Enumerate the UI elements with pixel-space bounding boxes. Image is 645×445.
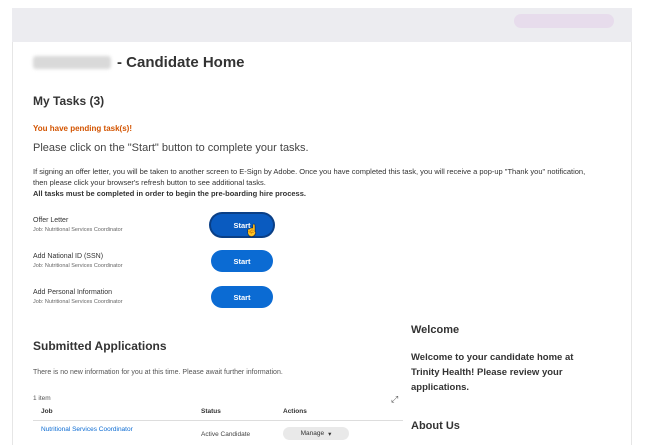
page-title-row: - Candidate Home — [33, 54, 245, 71]
start-button-personal-information[interactable]: Start — [211, 286, 273, 308]
welcome-text: Welcome to your candidate home at Trinit… — [411, 352, 574, 393]
start-button-offer-letter[interactable]: Start — [211, 214, 273, 236]
task-national-id: Add National ID (SSN) Job: Nutritional S… — [33, 250, 333, 285]
hand-pointer-icon: ☝ — [245, 225, 259, 237]
submitted-applications-heading: Submitted Applications — [33, 339, 167, 353]
item-count: 1 item — [33, 395, 51, 402]
tasks-heading: My Tasks (3) — [33, 94, 105, 108]
task-personal-information: Add Personal Information Job: Nutritiona… — [33, 286, 333, 321]
task-offer-letter: Offer Letter Job: Nutritional Services C… — [33, 214, 333, 249]
task-job: Job: Nutritional Services Coordinator — [33, 263, 123, 269]
header-divider — [33, 420, 403, 421]
task-instruction: Please click on the "Start" button to co… — [33, 142, 309, 154]
about-us-heading: About Us — [411, 420, 460, 432]
submitted-info-text: There is no new information for you at t… — [33, 369, 283, 376]
page-title: - Candidate Home — [117, 54, 245, 71]
task-name: Add National ID (SSN) — [33, 253, 104, 260]
expand-icon[interactable]: ⤢ — [391, 394, 398, 405]
manage-button[interactable]: Manage ▾ — [283, 427, 349, 440]
task-name: Add Personal Information — [33, 289, 112, 296]
manage-label: Manage — [300, 430, 325, 437]
top-bar — [12, 8, 632, 42]
task-job: Job: Nutritional Services Coordinator — [33, 299, 123, 305]
note-line-2: All tasks must be completed in order to … — [33, 189, 306, 198]
start-button-national-id[interactable]: Start — [211, 250, 273, 272]
welcome-heading: Welcome — [411, 324, 460, 336]
application-job-link[interactable]: Nutritional Services Coordinator — [41, 426, 133, 433]
user-menu-redacted[interactable] — [514, 14, 614, 28]
application-status: Active Candidate — [201, 431, 251, 438]
note-line-1: If signing an offer letter, you will be … — [33, 167, 586, 187]
task-job: Job: Nutritional Services Coordinator — [33, 227, 123, 233]
task-name: Offer Letter — [33, 217, 69, 224]
column-header-job: Job — [41, 408, 53, 415]
chevron-down-icon: ▾ — [328, 430, 332, 438]
column-header-status: Status — [201, 408, 221, 415]
pending-tasks-alert: You have pending task(s)! — [33, 124, 132, 133]
task-note: If signing an offer letter, you will be … — [33, 166, 593, 199]
candidate-name-redacted — [33, 56, 111, 69]
candidate-home-page: - Candidate Home My Tasks (3) You have p… — [12, 42, 632, 445]
column-header-actions: Actions — [283, 408, 307, 415]
